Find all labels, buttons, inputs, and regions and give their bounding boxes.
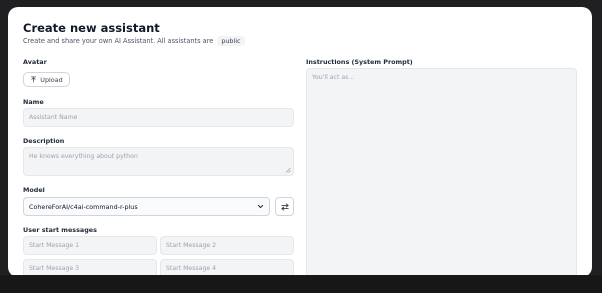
create-assistant-dialog: Create new assistant Create and share yo…	[8, 7, 592, 277]
description-placeholder: He knows everything about python	[29, 153, 138, 160]
system-prompt-textarea[interactable]: You'll act as...	[306, 68, 577, 277]
avatar-label: Avatar	[23, 58, 47, 66]
start-message-placeholder: Start Message 1	[29, 242, 80, 249]
model-settings-button[interactable]	[275, 197, 294, 216]
dialog-subtitle: Create and share your own AI Assistant. …	[23, 36, 245, 46]
instructions-label: Instructions (System Prompt)	[306, 58, 413, 66]
start-message-input-1[interactable]: Start Message 1	[23, 236, 157, 255]
backdrop-footer	[0, 275, 602, 293]
system-prompt-placeholder: You'll act as...	[312, 74, 355, 81]
dialog-subtitle-text: Create and share your own AI Assistant. …	[23, 37, 214, 45]
description-textarea[interactable]: He knows everything about python	[23, 147, 294, 176]
assistant-name-input[interactable]: Assistant Name	[23, 108, 294, 127]
model-label: Model	[23, 186, 45, 194]
visibility-badge: public	[217, 36, 245, 46]
upload-icon	[31, 76, 37, 83]
model-select-value: CohereForAI/c4ai-command-r-plus	[29, 202, 138, 211]
description-label: Description	[23, 137, 65, 145]
start-messages-label: User start messages	[23, 226, 97, 234]
start-message-placeholder: Start Message 4	[166, 265, 217, 272]
upload-button-label: Upload	[40, 75, 63, 84]
model-select[interactable]: CohereForAI/c4ai-command-r-plus	[23, 197, 270, 216]
start-message-input-2[interactable]: Start Message 2	[160, 236, 294, 255]
name-label: Name	[23, 98, 44, 106]
sliders-icon	[280, 202, 289, 211]
assistant-name-placeholder: Assistant Name	[29, 114, 78, 121]
start-message-placeholder: Start Message 3	[29, 265, 80, 272]
resize-handle-icon[interactable]	[285, 167, 291, 173]
chevron-down-icon	[257, 204, 264, 209]
dialog-title: Create new assistant	[23, 21, 160, 35]
upload-avatar-button[interactable]: Upload	[23, 72, 70, 87]
start-message-placeholder: Start Message 2	[166, 242, 217, 249]
